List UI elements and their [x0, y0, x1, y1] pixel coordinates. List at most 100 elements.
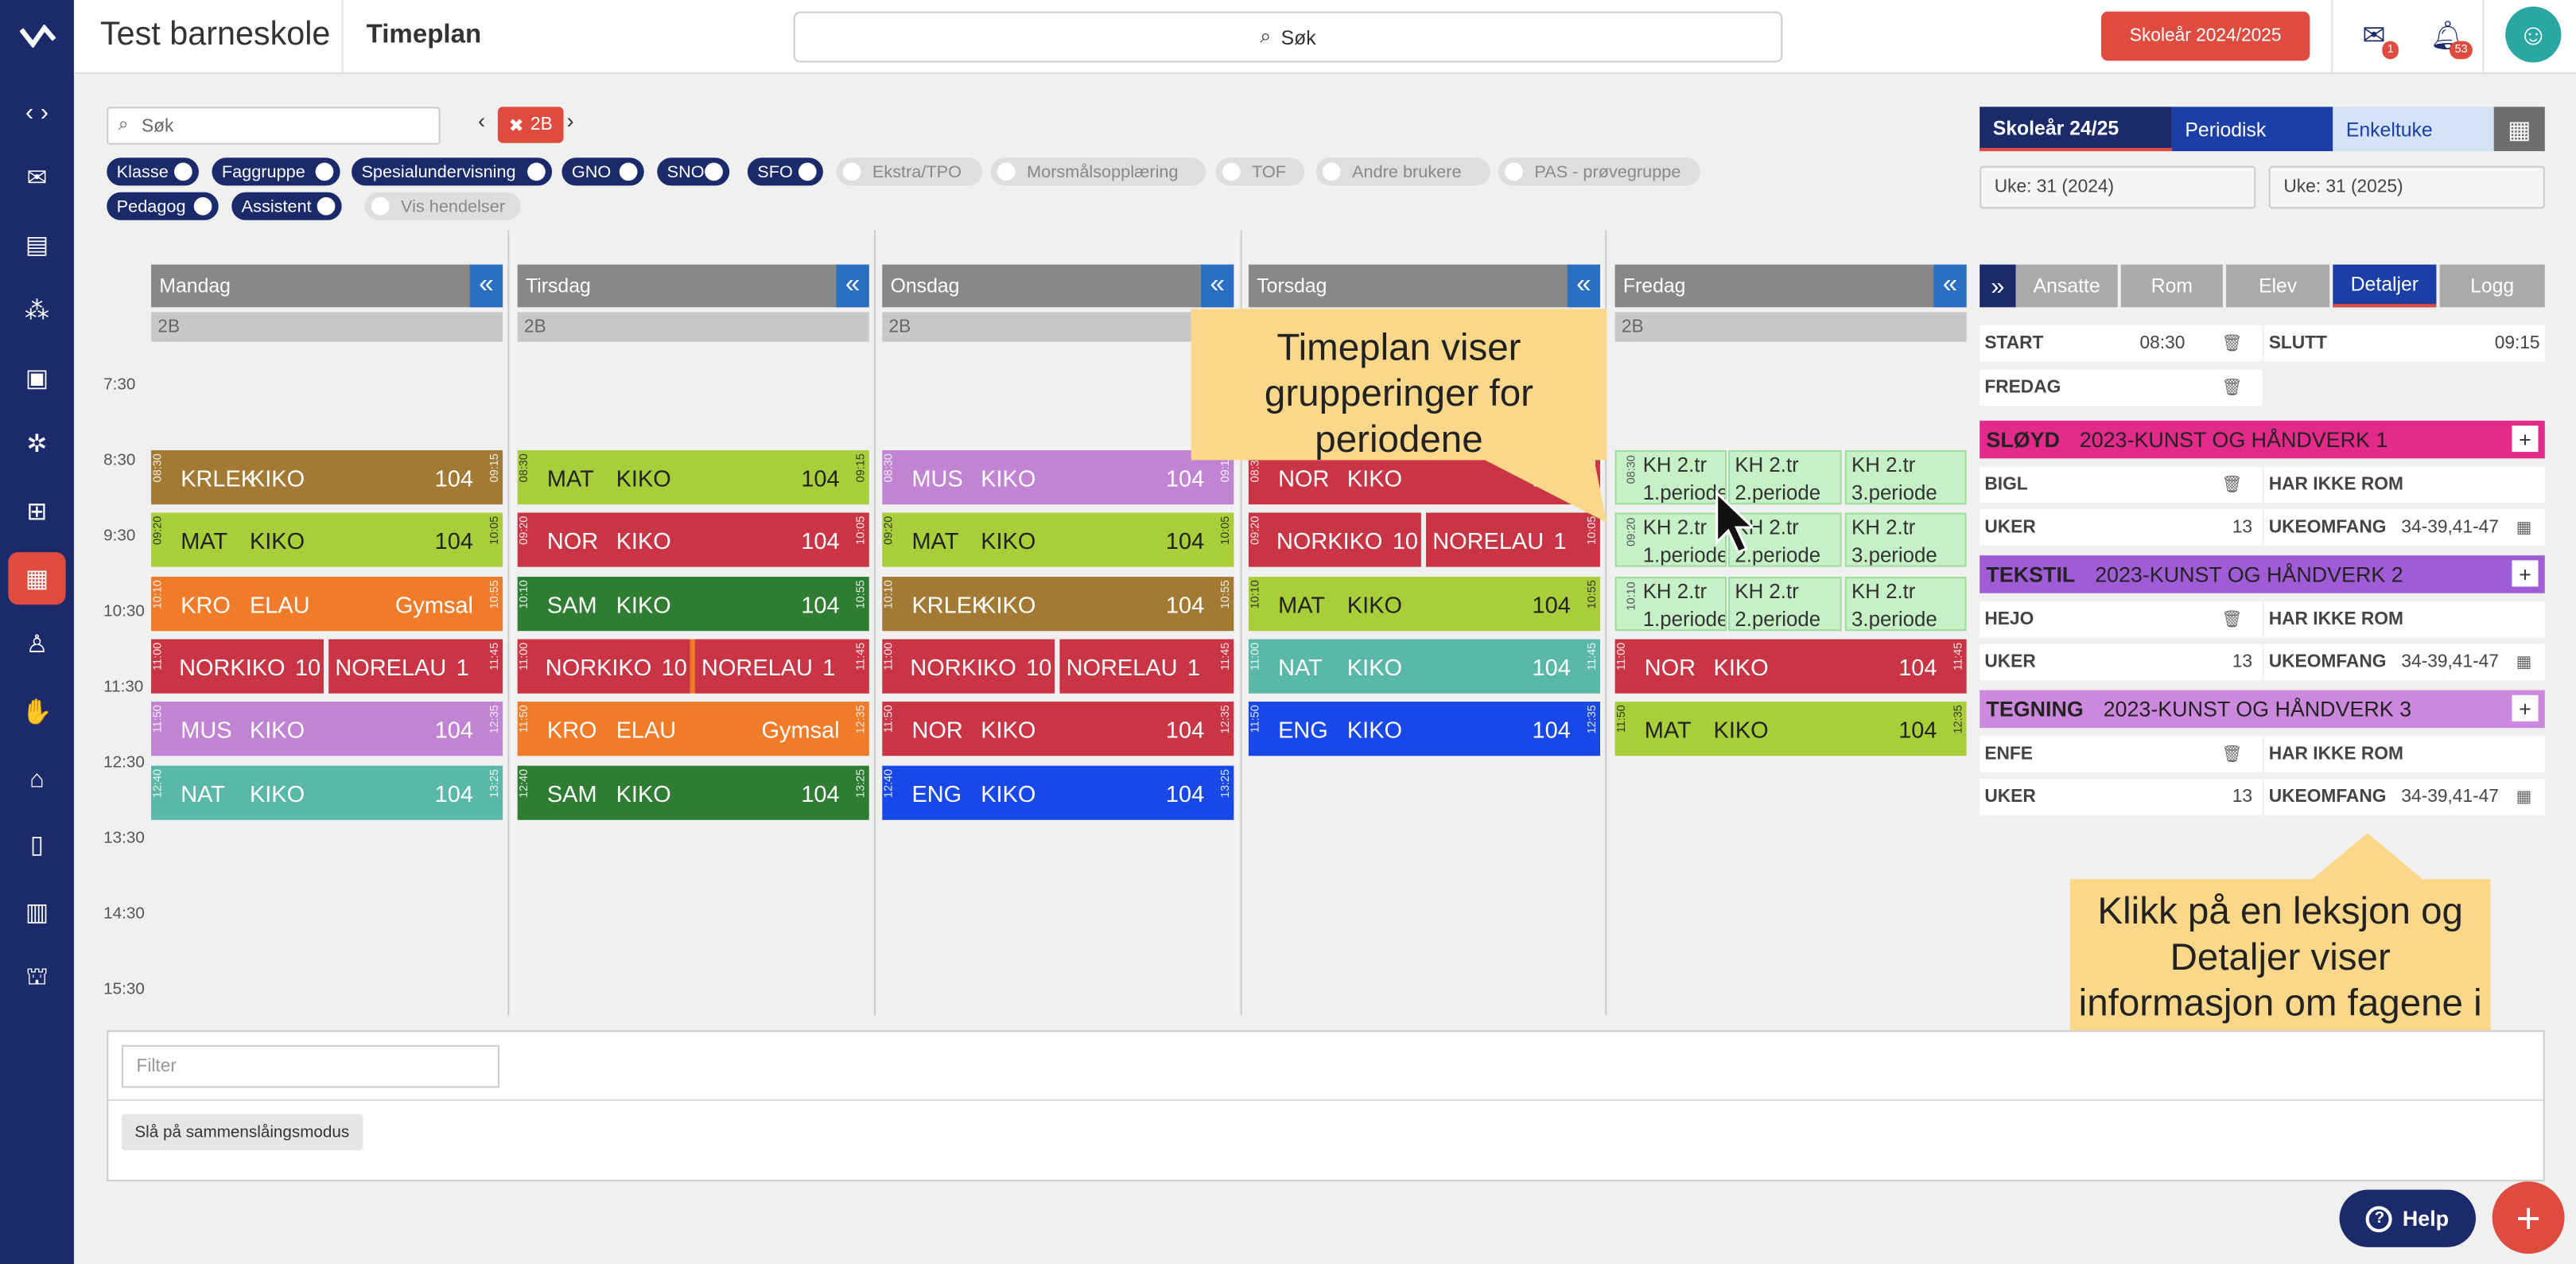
end-value[interactable]: 09:15	[2495, 333, 2540, 353]
group-lesson-block[interactable]: KH 2.tr 3.periode	[1844, 512, 1967, 567]
week-from-field[interactable]: Uke: 31 (2024)	[1980, 165, 2256, 209]
calendar-icon[interactable]: ▦	[2516, 653, 2532, 671]
people-icon[interactable]: ✲	[0, 418, 74, 470]
chart-icon[interactable]: ▥	[0, 885, 74, 938]
toggle-pas-prøvegruppe[interactable]: PAS - prøvegruppe	[1498, 158, 1700, 186]
group-lesson-block[interactable]: KH 2.tr 3.periode	[1844, 577, 1967, 632]
toggle-vis-hendelser[interactable]: Vis hendelser	[364, 192, 521, 220]
close-icon[interactable]: ✖	[509, 115, 524, 136]
collapse-icon[interactable]: »	[1980, 264, 2016, 308]
tab-single-week[interactable]: Enkeltuke	[2333, 107, 2494, 152]
merge-mode-button[interactable]: Slå på sammenslåingsmodus	[121, 1114, 363, 1150]
toggle-faggruppe[interactable]: Faggruppe	[212, 158, 340, 186]
lesson-block[interactable]: 08:30 MAT KIKO 104 09:15	[517, 450, 869, 505]
document-icon[interactable]: ▯	[0, 819, 74, 871]
group-tag[interactable]: ✖ 2B	[497, 107, 564, 143]
filter-input[interactable]: Filter	[121, 1044, 499, 1088]
group-lesson-block[interactable]: 09:20 KH 2.tr 1.periode	[1614, 512, 1727, 567]
calendar-icon[interactable]: ▦	[2516, 519, 2532, 537]
toggle-sno[interactable]: SNO	[657, 158, 730, 186]
toggle-ekstra-tpo[interactable]: Ekstra/TPO	[836, 158, 983, 186]
week-scope-row-value[interactable]: 34-39,41-47	[2401, 518, 2499, 538]
week-scope-row-value[interactable]: 34-39,41-47	[2401, 652, 2499, 672]
school-icon[interactable]: ⌂	[0, 753, 74, 805]
lesson-block[interactable]: 12:40 SAM KIKO 104 13:25	[517, 765, 869, 820]
timetable-icon[interactable]: ▦	[8, 552, 66, 605]
add-button[interactable]: +	[2492, 1181, 2565, 1254]
next-arrow-icon[interactable]: ›	[567, 108, 574, 133]
week-scope-row-value[interactable]: 34-39,41-47	[2401, 787, 2499, 807]
badge-icon[interactable]: ▣	[0, 352, 74, 404]
toggle-klasse[interactable]: Klasse	[107, 158, 199, 186]
toggle-assistent[interactable]: Assistent	[231, 192, 342, 220]
calendar-icon[interactable]: ▦	[2516, 788, 2532, 807]
trash-icon[interactable]: 🗑︎	[2221, 610, 2242, 628]
lesson-block[interactable]: 11:50 KRO ELAU Gymsal 12:35	[517, 702, 869, 756]
school-year-button[interactable]: Skoleår 2024/2025	[2101, 11, 2310, 61]
lesson-block-split[interactable]: 11:45 NORELAU 1	[328, 639, 503, 694]
collapse-day-icon[interactable]: «	[836, 264, 869, 308]
mail-icon[interactable]: ✉ 1	[2353, 15, 2399, 60]
tab-log[interactable]: Logg	[2439, 264, 2545, 308]
collapse-day-icon[interactable]: «	[1567, 264, 1600, 308]
lesson-block[interactable]: 12:40 NAT KIKO 104 13:25	[151, 765, 503, 820]
lesson-block[interactable]: 11:50 MUS KIKO 104 12:35	[151, 702, 503, 756]
collapse-day-icon[interactable]: «	[1201, 264, 1234, 308]
lesson-block-split[interactable]: 11:00 NORKIKO 10	[882, 639, 1055, 694]
search-input[interactable]: ⌕ Søk	[107, 107, 441, 145]
tab-staff[interactable]: Ansatte	[2015, 264, 2118, 308]
grid-icon[interactable]: ▦	[2493, 107, 2545, 152]
lesson-block-split[interactable]: 11:45 NORELAU 1	[1059, 639, 1234, 694]
toggle-andre-brukere[interactable]: Andre brukere	[1315, 158, 1490, 186]
lesson-block[interactable]: 08:30 KRLEK KIKO 104 09:15	[151, 450, 503, 505]
group-lesson-block[interactable]: 08:30 KH 2.tr 1.periode	[1614, 450, 1727, 505]
add-group-icon[interactable]: +	[2512, 426, 2539, 453]
weeks-row-value[interactable]: 13	[2232, 787, 2252, 807]
tab-rooms[interactable]: Rom	[2120, 264, 2223, 308]
toggle-gno[interactable]: GNO	[561, 158, 644, 186]
lesson-block[interactable]: 10:10 KRO ELAU Gymsal 10:55	[151, 577, 503, 632]
global-search[interactable]: ⌕ Søk	[793, 11, 1783, 63]
tab-school-year[interactable]: Skoleår 24/25	[1980, 107, 2172, 152]
expand-icon[interactable]: ‹ ›	[0, 85, 74, 138]
collapse-day-icon[interactable]: «	[469, 264, 503, 308]
group-lesson-block[interactable]: KH 2.tr 2.periode	[1728, 577, 1842, 632]
trash-icon[interactable]: 🗑︎	[2221, 334, 2242, 352]
assignment-icon[interactable]: ⊞	[0, 484, 74, 537]
lesson-block-split[interactable]: 11:45 NORELAU 1	[694, 639, 869, 694]
toggle-tof[interactable]: TOF	[1215, 158, 1305, 186]
lesson-block[interactable]: 09:20 MAT KIKO 104 10:05	[882, 512, 1234, 567]
hand-icon[interactable]: ✋	[0, 685, 74, 737]
lesson-block-split[interactable]: 11:00 NORKIKO 10	[151, 639, 324, 694]
prev-arrow-icon[interactable]: ‹	[478, 108, 485, 133]
news-icon[interactable]: ▤	[0, 219, 74, 271]
weeks-row-value[interactable]: 13	[2232, 518, 2252, 538]
lesson-block[interactable]: 11:00 NOR KIKO 104 11:45	[1614, 639, 1967, 694]
lesson-block[interactable]: 08:30 MUS KIKO 104 09:15	[882, 450, 1234, 505]
week-to-field[interactable]: Uke: 31 (2025)	[2268, 165, 2545, 209]
lesson-block[interactable]: 10:10 KRLEK KIKO 104 10:55	[882, 577, 1234, 632]
toggle-sfo[interactable]: SFO	[747, 158, 823, 186]
start-value[interactable]: 08:30	[2140, 333, 2186, 353]
groups-icon[interactable]: ⁂	[0, 284, 74, 336]
collapse-day-icon[interactable]: «	[1933, 264, 1967, 308]
tab-student[interactable]: Elev	[2226, 264, 2330, 308]
add-group-icon[interactable]: +	[2512, 560, 2539, 587]
toggle-pedagog[interactable]: Pedagog	[107, 192, 219, 220]
group-lesson-block[interactable]: 10:10 KH 2.tr 1.periode	[1614, 577, 1727, 632]
group-lesson-block[interactable]: KH 2.tr 3.periode	[1844, 450, 1967, 505]
toggle-spesialundervisning[interactable]: Spesialundervisning	[352, 158, 553, 186]
add-group-icon[interactable]: +	[2512, 694, 2539, 721]
lesson-block[interactable]: 09:20 NOR KIKO 104 10:05	[517, 512, 869, 567]
lesson-block[interactable]: 10:10 MAT KIKO 104 10:55	[1248, 577, 1600, 632]
toggle-morsmålsopplæring[interactable]: Morsmålsopplæring	[990, 158, 1206, 186]
trash-icon[interactable]: 🗑︎	[2221, 476, 2242, 494]
lesson-block[interactable]: 12:40 ENG KIKO 104 13:25	[882, 765, 1234, 820]
logo-icon[interactable]	[0, 10, 74, 62]
lesson-block[interactable]: 10:10 SAM KIKO 104 10:55	[517, 577, 869, 632]
lesson-block-split[interactable]: 11:00 NORKIKO 10	[517, 639, 690, 694]
person-icon[interactable]: ♙	[0, 618, 74, 671]
lesson-block-split[interactable]: 09:20 NORKIKO 10	[1248, 512, 1421, 567]
mail-icon[interactable]: ✉	[0, 151, 74, 204]
avatar[interactable]: ☺	[2505, 6, 2562, 63]
